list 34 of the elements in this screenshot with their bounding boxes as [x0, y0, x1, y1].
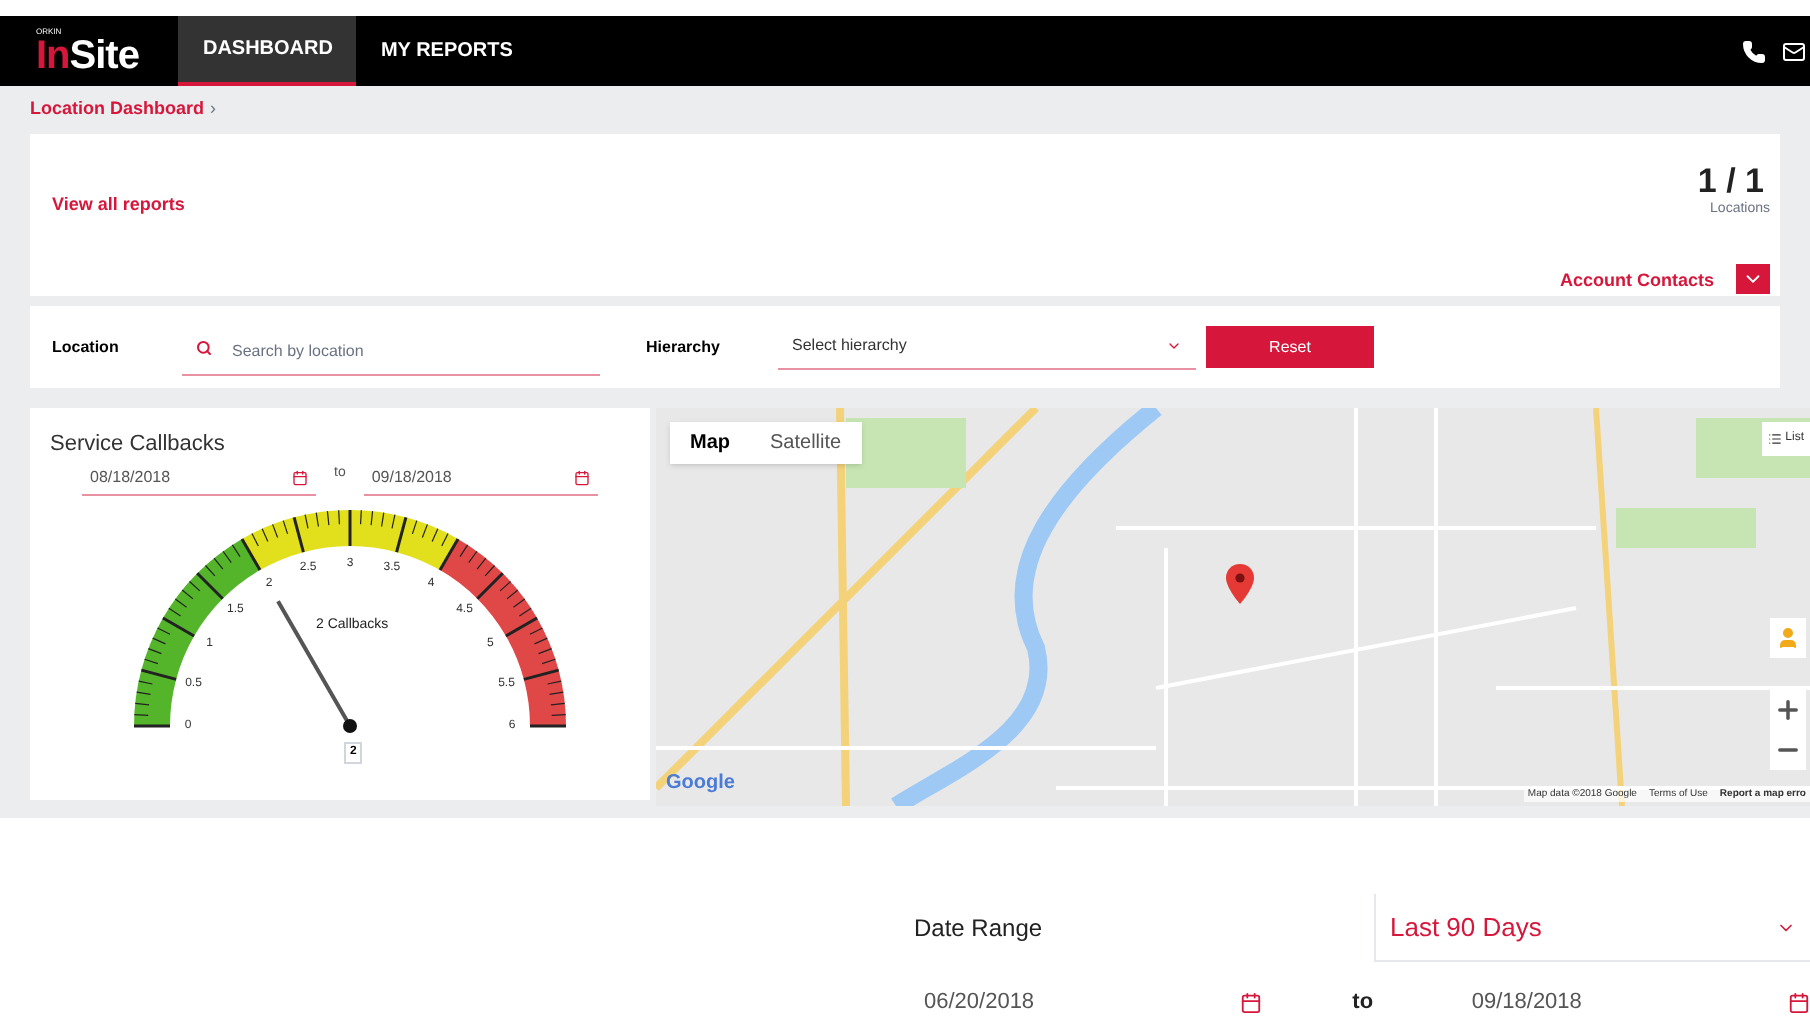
range-to-field[interactable]: 09/18/2018 [1471, 986, 1810, 1019]
map-pin-icon [1226, 564, 1254, 604]
search-icon [196, 340, 212, 356]
calendar-icon [292, 470, 308, 486]
location-search-field[interactable]: Search by location [182, 329, 600, 375]
calendar-icon [1788, 991, 1810, 1014]
map-type-tab[interactable]: Map [670, 422, 750, 464]
hierarchy-label: Hierarchy [646, 335, 722, 359]
phone-icon[interactable] [1742, 39, 1766, 63]
date-range-select[interactable]: Last 90 Days [1374, 894, 1810, 962]
account-contacts-link[interactable]: Account Contacts [1559, 268, 1714, 295]
date-range-label: Date Range [914, 912, 1045, 946]
range-from-field[interactable]: 06/20/2018 [924, 986, 1263, 1019]
calendar-icon [1240, 991, 1263, 1014]
map-logo: Google [666, 770, 735, 798]
to-date-field[interactable]: 09/18/2018 [363, 463, 598, 495]
breadcrumb-separator: › [210, 96, 217, 123]
hierarchy-select[interactable]: Select hierarchy [778, 324, 1196, 370]
reset-button[interactable]: Reset [1206, 326, 1374, 368]
to-label: to [1352, 988, 1376, 1018]
mail-icon[interactable] [1782, 39, 1806, 63]
chevron-icon [1166, 338, 1182, 354]
card-title: Service Callbacks [50, 430, 227, 460]
zoom-in-icon[interactable] [1774, 696, 1802, 724]
map-type-tab[interactable]: Satellite [750, 422, 862, 464]
nav-tab[interactable]: MY REPORTS [356, 16, 537, 86]
location-label: Location [52, 335, 121, 359]
from-date-field[interactable]: 08/18/2018 [82, 463, 316, 495]
list-icon [1767, 432, 1782, 446]
expand-button[interactable] [1736, 264, 1770, 294]
view-reports-link[interactable]: View all reports [52, 192, 185, 219]
nav-tab[interactable]: DASHBOARD [178, 16, 357, 86]
breadcrumb-link[interactable]: Location Dashboard [30, 96, 205, 124]
calendar-icon [573, 470, 590, 486]
